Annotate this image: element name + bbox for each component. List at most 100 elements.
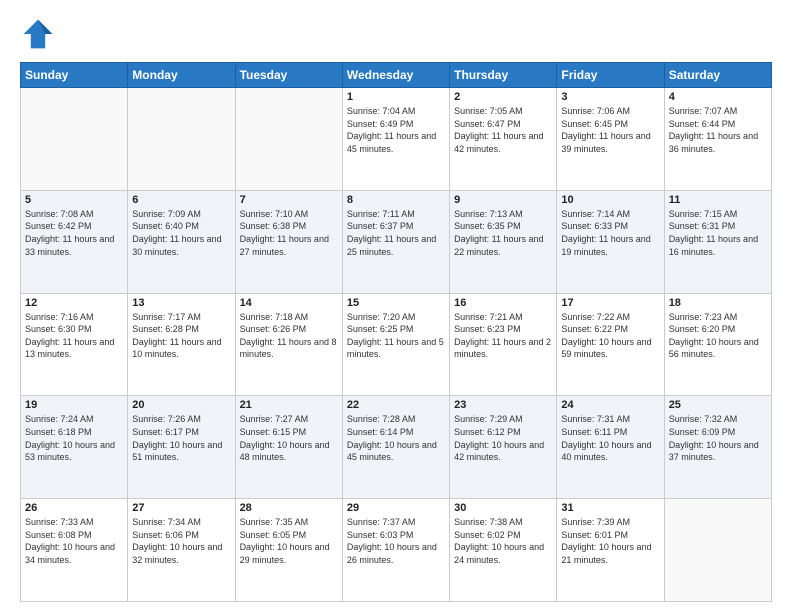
- day-number: 10: [561, 194, 659, 206]
- day-info: Sunrise: 7:17 AM Sunset: 6:28 PM Dayligh…: [132, 311, 230, 361]
- calendar-day-cell: 11 Sunrise: 7:15 AM Sunset: 6:31 PM Dayli…: [664, 190, 771, 293]
- calendar-day-cell: [664, 499, 771, 602]
- header: [20, 16, 772, 52]
- day-number: 13: [132, 297, 230, 309]
- day-info: Sunrise: 7:06 AM Sunset: 6:45 PM Dayligh…: [561, 105, 659, 155]
- weekday-header: Friday: [557, 63, 664, 88]
- day-info: Sunrise: 7:37 AM Sunset: 6:03 PM Dayligh…: [347, 516, 445, 566]
- day-number: 22: [347, 399, 445, 411]
- calendar-day-cell: 2 Sunrise: 7:05 AM Sunset: 6:47 PM Daylig…: [450, 88, 557, 191]
- weekday-header: Tuesday: [235, 63, 342, 88]
- calendar-day-cell: 19 Sunrise: 7:24 AM Sunset: 6:18 PM Dayli…: [21, 396, 128, 499]
- calendar-day-cell: [235, 88, 342, 191]
- day-info: Sunrise: 7:18 AM Sunset: 6:26 PM Dayligh…: [240, 311, 338, 361]
- calendar-day-cell: 17 Sunrise: 7:22 AM Sunset: 6:22 PM Dayli…: [557, 293, 664, 396]
- calendar-day-cell: 16 Sunrise: 7:21 AM Sunset: 6:23 PM Dayli…: [450, 293, 557, 396]
- day-number: 21: [240, 399, 338, 411]
- calendar-day-cell: 20 Sunrise: 7:26 AM Sunset: 6:17 PM Dayli…: [128, 396, 235, 499]
- calendar-day-cell: 5Sunrise: 7:08 AM Sunset: 6:42 PM Daylig…: [21, 190, 128, 293]
- day-number: 31: [561, 502, 659, 514]
- calendar-week-row: 12 Sunrise: 7:16 AM Sunset: 6:30 PM Dayli…: [21, 293, 772, 396]
- day-number: 18: [669, 297, 767, 309]
- calendar-day-cell: 18 Sunrise: 7:23 AM Sunset: 6:20 PM Dayli…: [664, 293, 771, 396]
- calendar-day-cell: 6Sunrise: 7:09 AM Sunset: 6:40 PM Daylig…: [128, 190, 235, 293]
- day-info: Sunrise: 7:38 AM Sunset: 6:02 PM Dayligh…: [454, 516, 552, 566]
- calendar-day-cell: 27 Sunrise: 7:34 AM Sunset: 6:06 PM Dayli…: [128, 499, 235, 602]
- calendar-body: 1Sunrise: 7:04 AM Sunset: 6:49 PM Daylig…: [21, 88, 772, 602]
- day-info: Sunrise: 7:14 AM Sunset: 6:33 PM Dayligh…: [561, 208, 659, 258]
- day-number: 24: [561, 399, 659, 411]
- day-info: Sunrise: 7:39 AM Sunset: 6:01 PM Dayligh…: [561, 516, 659, 566]
- day-info: Sunrise: 7:29 AM Sunset: 6:12 PM Dayligh…: [454, 413, 552, 463]
- calendar-day-cell: 4 Sunrise: 7:07 AM Sunset: 6:44 PM Daylig…: [664, 88, 771, 191]
- day-info: Sunrise: 7:15 AM Sunset: 6:31 PM Dayligh…: [669, 208, 767, 258]
- day-info: Sunrise: 7:33 AM Sunset: 6:08 PM Dayligh…: [25, 516, 123, 566]
- weekday-header: Sunday: [21, 63, 128, 88]
- day-number: 14: [240, 297, 338, 309]
- day-number: 8: [347, 194, 445, 206]
- day-info: Sunrise: 7:35 AM Sunset: 6:05 PM Dayligh…: [240, 516, 338, 566]
- weekday-header: Saturday: [664, 63, 771, 88]
- day-number: 23: [454, 399, 552, 411]
- calendar-day-cell: 30 Sunrise: 7:38 AM Sunset: 6:02 PM Dayli…: [450, 499, 557, 602]
- day-number: 15: [347, 297, 445, 309]
- day-number: 30: [454, 502, 552, 514]
- day-number: 26: [25, 502, 123, 514]
- day-info: Sunrise: 7:10 AM Sunset: 6:38 PM Dayligh…: [240, 208, 338, 258]
- calendar-day-cell: 9 Sunrise: 7:13 AM Sunset: 6:35 PM Daylig…: [450, 190, 557, 293]
- day-info: Sunrise: 7:31 AM Sunset: 6:11 PM Dayligh…: [561, 413, 659, 463]
- calendar-day-cell: 12 Sunrise: 7:16 AM Sunset: 6:30 PM Dayli…: [21, 293, 128, 396]
- weekday-header: Monday: [128, 63, 235, 88]
- weekday-header-row: SundayMondayTuesdayWednesdayThursdayFrid…: [21, 63, 772, 88]
- day-number: 6: [132, 194, 230, 206]
- day-number: 20: [132, 399, 230, 411]
- calendar-day-cell: 22 Sunrise: 7:28 AM Sunset: 6:14 PM Dayli…: [342, 396, 449, 499]
- calendar-week-row: 19 Sunrise: 7:24 AM Sunset: 6:18 PM Dayli…: [21, 396, 772, 499]
- day-info: Sunrise: 7:21 AM Sunset: 6:23 PM Dayligh…: [454, 311, 552, 361]
- calendar-day-cell: 23 Sunrise: 7:29 AM Sunset: 6:12 PM Dayli…: [450, 396, 557, 499]
- day-number: 5: [25, 194, 123, 206]
- day-info: Sunrise: 7:24 AM Sunset: 6:18 PM Dayligh…: [25, 413, 123, 463]
- day-number: 9: [454, 194, 552, 206]
- calendar-day-cell: 31 Sunrise: 7:39 AM Sunset: 6:01 PM Dayli…: [557, 499, 664, 602]
- calendar-day-cell: 26 Sunrise: 7:33 AM Sunset: 6:08 PM Dayli…: [21, 499, 128, 602]
- weekday-header: Thursday: [450, 63, 557, 88]
- day-info: Sunrise: 7:26 AM Sunset: 6:17 PM Dayligh…: [132, 413, 230, 463]
- day-info: Sunrise: 7:11 AM Sunset: 6:37 PM Dayligh…: [347, 208, 445, 258]
- day-number: 28: [240, 502, 338, 514]
- day-number: 12: [25, 297, 123, 309]
- day-info: Sunrise: 7:07 AM Sunset: 6:44 PM Dayligh…: [669, 105, 767, 155]
- day-number: 25: [669, 399, 767, 411]
- day-info: Sunrise: 7:28 AM Sunset: 6:14 PM Dayligh…: [347, 413, 445, 463]
- calendar-week-row: 1Sunrise: 7:04 AM Sunset: 6:49 PM Daylig…: [21, 88, 772, 191]
- day-info: Sunrise: 7:22 AM Sunset: 6:22 PM Dayligh…: [561, 311, 659, 361]
- calendar-day-cell: 1Sunrise: 7:04 AM Sunset: 6:49 PM Daylig…: [342, 88, 449, 191]
- logo-icon: [20, 16, 56, 52]
- day-info: Sunrise: 7:34 AM Sunset: 6:06 PM Dayligh…: [132, 516, 230, 566]
- calendar-day-cell: 10 Sunrise: 7:14 AM Sunset: 6:33 PM Dayli…: [557, 190, 664, 293]
- calendar-day-cell: 21 Sunrise: 7:27 AM Sunset: 6:15 PM Dayli…: [235, 396, 342, 499]
- day-number: 2: [454, 91, 552, 103]
- calendar-day-cell: [21, 88, 128, 191]
- day-info: Sunrise: 7:13 AM Sunset: 6:35 PM Dayligh…: [454, 208, 552, 258]
- day-number: 1: [347, 91, 445, 103]
- day-number: 29: [347, 502, 445, 514]
- day-info: Sunrise: 7:23 AM Sunset: 6:20 PM Dayligh…: [669, 311, 767, 361]
- calendar-day-cell: 3Sunrise: 7:06 AM Sunset: 6:45 PM Daylig…: [557, 88, 664, 191]
- calendar-week-row: 5Sunrise: 7:08 AM Sunset: 6:42 PM Daylig…: [21, 190, 772, 293]
- calendar-day-cell: 13 Sunrise: 7:17 AM Sunset: 6:28 PM Dayli…: [128, 293, 235, 396]
- day-info: Sunrise: 7:05 AM Sunset: 6:47 PM Dayligh…: [454, 105, 552, 155]
- calendar-day-cell: 24 Sunrise: 7:31 AM Sunset: 6:11 PM Dayli…: [557, 396, 664, 499]
- day-number: 16: [454, 297, 552, 309]
- day-number: 4: [669, 91, 767, 103]
- day-info: Sunrise: 7:27 AM Sunset: 6:15 PM Dayligh…: [240, 413, 338, 463]
- day-number: 11: [669, 194, 767, 206]
- day-info: Sunrise: 7:16 AM Sunset: 6:30 PM Dayligh…: [25, 311, 123, 361]
- day-number: 19: [25, 399, 123, 411]
- calendar-day-cell: 14 Sunrise: 7:18 AM Sunset: 6:26 PM Dayli…: [235, 293, 342, 396]
- calendar-day-cell: 7Sunrise: 7:10 AM Sunset: 6:38 PM Daylig…: [235, 190, 342, 293]
- calendar-day-cell: 25Sunrise: 7:32 AM Sunset: 6:09 PM Dayli…: [664, 396, 771, 499]
- calendar-day-cell: 8 Sunrise: 7:11 AM Sunset: 6:37 PM Daylig…: [342, 190, 449, 293]
- day-number: 27: [132, 502, 230, 514]
- day-number: 17: [561, 297, 659, 309]
